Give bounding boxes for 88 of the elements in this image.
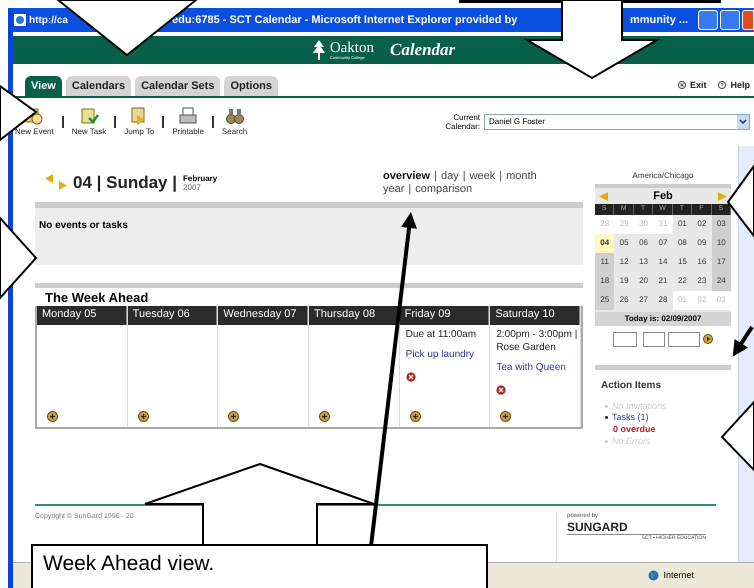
banner-title: Calendar — [390, 39, 456, 62]
month-label: February — [183, 174, 218, 183]
calendar-day[interactable]: 03 — [712, 214, 731, 234]
globe-icon — [648, 570, 660, 581]
toolbar-button[interactable]: Jump To — [122, 106, 156, 138]
section-title: Action Items — [601, 378, 662, 392]
view-link[interactable]: overview — [383, 170, 430, 183]
delete-icon[interactable] — [406, 372, 416, 382]
window-title: http://ca — [29, 14, 69, 28]
bullet-icon — [605, 416, 608, 418]
month-name: Feb — [653, 188, 673, 204]
binoculars-icon — [224, 106, 245, 126]
calendar-day[interactable]: 01 — [672, 214, 692, 234]
exit-link[interactable]: Exit — [678, 78, 706, 92]
day-header: Monday 05 — [37, 306, 127, 325]
window-title: edu:6785 - SCT Calendar - Microsoft Internet Explorer provided by — [172, 12, 518, 28]
today-label: Today is: 02/09/2007 — [595, 312, 731, 326]
year-input[interactable] — [668, 332, 700, 346]
entry-time: Due at 11:00am — [406, 328, 478, 341]
calendar-day[interactable]: 11 — [595, 252, 614, 272]
overdue-count: 0 overdue — [612, 422, 657, 436]
add-icon[interactable] — [410, 411, 421, 422]
view-link[interactable]: year — [383, 183, 404, 196]
view-link[interactable]: day — [440, 170, 459, 183]
pointer-arrow — [732, 326, 754, 357]
section-title: The Week Ahead — [44, 289, 150, 306]
separator: | — [462, 170, 466, 183]
browser-icon — [13, 13, 27, 27]
go-icon[interactable] — [703, 334, 713, 344]
toolbar-button[interactable]: New Task — [70, 106, 108, 138]
add-icon[interactable] — [318, 411, 330, 422]
field-label: Current Calendar: — [444, 113, 480, 131]
timezone-label: America/Chicago — [632, 170, 694, 182]
view-link[interactable]: month — [506, 170, 537, 183]
help-link[interactable]: Help — [718, 78, 750, 92]
brand-logo: SUNGARD — [567, 521, 629, 534]
close-button[interactable] — [742, 10, 754, 30]
calendar-day[interactable]: 24 — [712, 272, 731, 290]
separator: | — [499, 170, 502, 183]
day-header: Wednesday 07 — [218, 306, 308, 325]
calendar-select[interactable]: Daniel G Foster — [484, 114, 750, 130]
calendar-day[interactable]: 10 — [712, 234, 731, 252]
close-icon — [678, 81, 686, 90]
dropdown-icon — [737, 115, 749, 129]
calendar-day[interactable]: 25 — [595, 290, 614, 310]
tab[interactable]: View — [25, 76, 62, 96]
day-input[interactable] — [643, 332, 665, 346]
tree-logo-icon — [312, 39, 326, 61]
help-icon — [718, 81, 726, 90]
printer-icon — [178, 106, 198, 126]
date-heading: 04 | Sunday | — [73, 172, 177, 194]
entry-link[interactable]: Tea with Queen — [496, 362, 566, 373]
day-header: Thursday 08 — [308, 306, 399, 325]
day-header: Tuesday 06 — [128, 306, 218, 325]
separator: | — [408, 183, 412, 196]
view-link[interactable]: week — [470, 170, 496, 183]
day-header: Friday 09 — [400, 306, 490, 325]
toolbar-button[interactable]: Printable — [170, 106, 206, 138]
calendar-day[interactable]: 17 — [712, 252, 731, 272]
callout-note: Week Ahead view. — [31, 544, 488, 588]
task-icon — [78, 106, 99, 126]
view-link[interactable]: comparison — [415, 183, 472, 196]
calendar-day[interactable]: 18 — [595, 272, 614, 290]
add-icon[interactable] — [47, 411, 58, 422]
logo-text: Oakton — [330, 40, 374, 56]
add-icon[interactable] — [500, 411, 512, 422]
day-header: Saturday 10 — [490, 306, 580, 325]
window-title: mmunity ... — [630, 12, 688, 28]
action-item[interactable]: Tasks (1) — [612, 412, 649, 422]
zone-label: Internet — [648, 568, 694, 582]
maximize-button[interactable] — [720, 10, 740, 30]
delete-icon[interactable] — [496, 384, 506, 395]
month-input[interactable] — [613, 332, 637, 346]
tab[interactable]: Options — [224, 76, 278, 96]
add-icon[interactable] — [228, 411, 240, 422]
entry-link[interactable]: Pick up laundry — [406, 349, 474, 360]
bullet-icon — [605, 404, 608, 408]
entry-time: 2:00pm - 3:00pm | Rose Garden — [496, 328, 578, 354]
tab[interactable]: Calendar Sets — [135, 76, 220, 96]
minimize-button[interactable] — [698, 10, 718, 30]
add-icon[interactable] — [138, 411, 149, 422]
empty-message: No events or tasks — [39, 220, 128, 231]
calendar-day[interactable]: 04 — [595, 234, 614, 252]
tab[interactable]: Calendars — [66, 76, 132, 96]
toolbar-button[interactable]: Search — [220, 106, 250, 138]
year-label: 2007 — [183, 182, 201, 192]
bullet-icon — [605, 440, 608, 443]
separator: | — [434, 170, 437, 183]
